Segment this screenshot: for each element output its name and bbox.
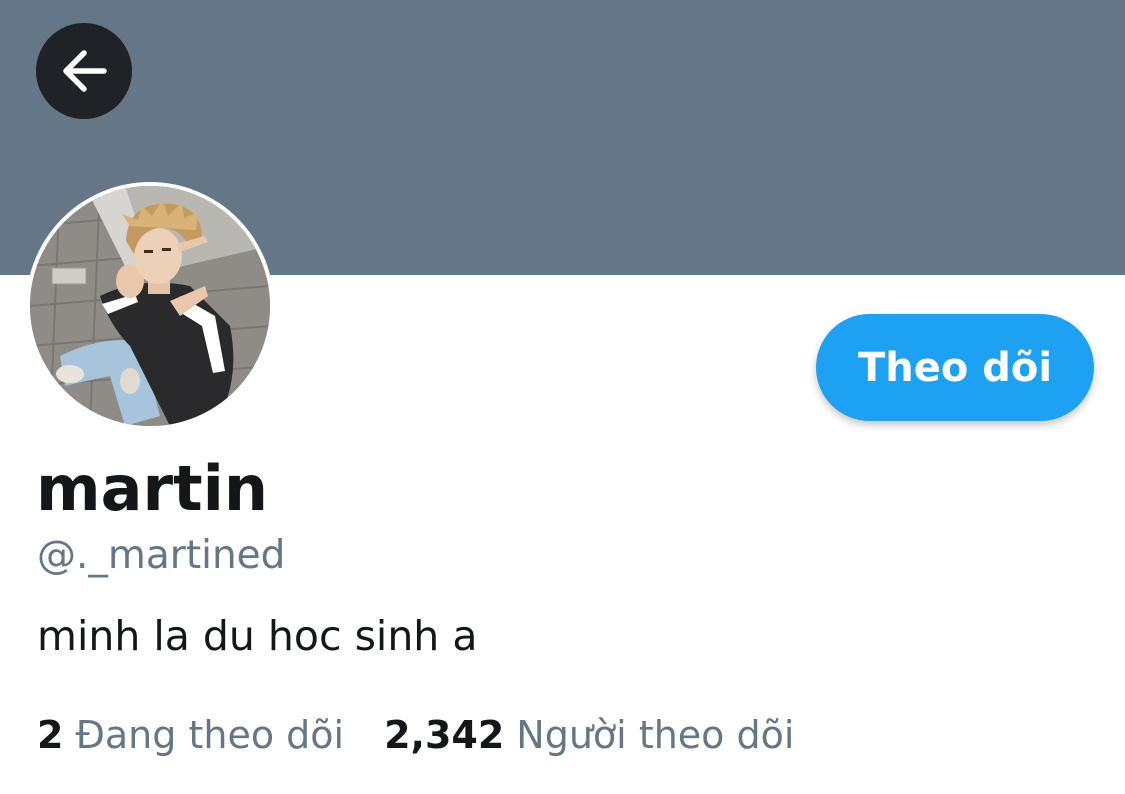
profile-bio: minh la du hoc sinh a xyxy=(37,612,478,660)
follow-button[interactable]: Theo dõi xyxy=(816,314,1094,421)
username-handle: @._martined xyxy=(37,533,286,578)
arrow-left-icon xyxy=(63,50,107,92)
avatar[interactable] xyxy=(26,182,274,430)
following-label: Đang theo dõi xyxy=(75,713,345,757)
display-name: martin xyxy=(36,452,269,525)
profile-page: Theo dõi martin @._martined minh la du h… xyxy=(0,0,1125,794)
followers-count: 2,342 xyxy=(384,713,505,757)
avatar-image xyxy=(30,186,270,426)
following-stat[interactable]: 2 Đang theo dõi xyxy=(37,716,344,754)
followers-label: Người theo dõi xyxy=(516,713,795,757)
profile-stats: 2 Đang theo dõi 2,342 Người theo dõi xyxy=(37,716,794,754)
back-button[interactable] xyxy=(36,23,132,119)
followers-stat[interactable]: 2,342 Người theo dõi xyxy=(384,716,794,754)
following-count: 2 xyxy=(37,713,64,757)
avatar-photo xyxy=(30,186,270,426)
